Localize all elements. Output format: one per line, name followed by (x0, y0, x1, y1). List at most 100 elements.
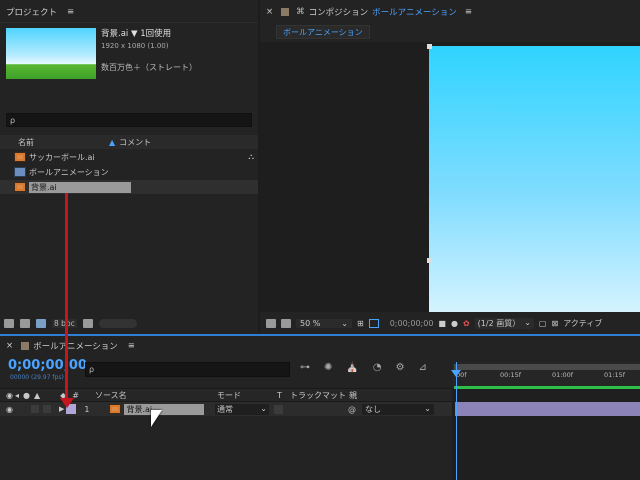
selected-footage-name[interactable]: 背景.ai ▼ 1回使用 (101, 28, 197, 40)
panel-menu-icon[interactable]: ≡ (128, 341, 135, 351)
current-time-indicator[interactable] (456, 362, 457, 480)
zoom-select[interactable]: 50 % ⌄ (296, 318, 352, 328)
search-icon: ρ (89, 365, 95, 374)
always-preview-icon[interactable] (266, 318, 276, 328)
close-icon[interactable]: × (6, 341, 13, 351)
solo-icon[interactable]: ● (23, 391, 30, 400)
parent-select[interactable]: なし ⌄ (362, 403, 434, 415)
panel-menu-icon[interactable]: ≡ (67, 7, 74, 17)
fit-icon[interactable]: ⊞ (357, 319, 364, 328)
project-column-header: 名前 ▲ コメント (0, 135, 258, 149)
project-item[interactable]: ボールアニメーション (0, 165, 258, 179)
composition-icon (14, 167, 26, 177)
playhead-icon[interactable] (451, 370, 461, 377)
project-item-selected[interactable]: 背景.ai (0, 180, 258, 194)
column-parent[interactable]: 親 (349, 390, 357, 401)
trash-icon[interactable] (82, 319, 93, 328)
composition-panel: × ⌘ コンポジション ボールアニメーション ≡ ボールアニメーション 50 %… (260, 0, 640, 334)
shy-icon[interactable]: ✺ (324, 362, 332, 373)
new-composition-icon[interactable] (36, 319, 46, 328)
footage-color-mode: 数百万色＋（ストレート） (101, 63, 197, 72)
region-of-interest-icon[interactable] (368, 318, 379, 328)
sort-up-icon: ▲ (109, 137, 116, 147)
monitor-icon[interactable] (281, 318, 291, 328)
time-ruler[interactable]: 00f 00:15f 01:00f 01:15f (452, 362, 640, 386)
bounding-handle[interactable] (427, 258, 432, 263)
channel-icon[interactable]: ✿ (463, 319, 470, 328)
resolution-select[interactable]: (1/2 画質） ⌄ (474, 317, 534, 329)
composition-icon: ⌘ (296, 7, 305, 17)
work-area-bar[interactable] (454, 364, 640, 370)
new-folder-icon[interactable] (20, 319, 30, 328)
ruler-tick-label: 01:00f (552, 371, 574, 379)
audio-icon[interactable]: ◂ (15, 391, 19, 400)
column-source-name[interactable]: ソース名 (95, 390, 127, 401)
lock-box-icon[interactable] (21, 342, 30, 350)
column-comment[interactable]: コメント (119, 137, 151, 148)
timeline-current-time[interactable]: 0;00;00;00 (8, 358, 87, 373)
illustrator-file-icon (14, 182, 26, 192)
tutorial-arrow-line (65, 193, 68, 400)
tutorial-arrow-head (60, 398, 74, 408)
bounding-handle[interactable] (427, 44, 432, 49)
motion-blur-icon[interactable]: ◔ (373, 362, 382, 373)
illustrator-file-icon (109, 404, 122, 414)
column-trackmatte[interactable]: トラックマット (290, 390, 346, 401)
solo-box[interactable] (30, 405, 39, 413)
timeline-header: × ボールアニメーション ≡ (0, 336, 640, 356)
project-panel: プロジェクト ≡ 背景.ai ▼ 1回使用 1920 x 1080 (1.00)… (0, 0, 258, 334)
pickwhip-icon[interactable]: @ (348, 405, 356, 414)
ruler-tick-label: 01:15f (604, 371, 626, 379)
composition-viewer[interactable] (260, 42, 640, 312)
frame-blend-icon[interactable]: ⛪ (346, 362, 358, 373)
column-name[interactable]: 名前 (18, 137, 34, 148)
active-camera-select[interactable]: アクティブ (563, 318, 602, 329)
project-search-input[interactable]: ρ (6, 113, 252, 127)
project-item[interactable]: サッカーボール.ai ⛬ (0, 150, 258, 164)
footage-resolution: 1920 x 1080 (1.00) (101, 42, 169, 50)
viewer-toolbar: 50 % ⌄ ⊞ 0;00;00;00 ■ ● ✿ (1/2 画質） ⌄ ▢ ⊠ ア… (260, 314, 640, 332)
current-time[interactable]: 0;00;00;00 (390, 319, 434, 328)
timeline-panel: × ボールアニメーション ≡ 0;00;00;00 00000 (29.97 f… (0, 336, 640, 480)
composition-panel-header: × ⌘ コンポジション ボールアニメーション ≡ (260, 2, 640, 22)
flowchart-icon[interactable]: ⛬ (248, 152, 254, 162)
show-snapshot-icon[interactable]: ● (451, 319, 458, 328)
close-icon[interactable]: × (266, 7, 273, 17)
timeline-switches: ⊶ ✺ ⛪ ◔ ⚙ ⊿ (300, 362, 427, 373)
search-icon: ρ (10, 115, 16, 125)
composition-canvas[interactable] (429, 46, 640, 312)
comp-tab[interactable]: ボールアニメーション (276, 25, 370, 39)
layer-duration-bar[interactable] (455, 402, 640, 416)
eye-icon[interactable]: ◉ (6, 391, 13, 400)
project-toolbar: 8 bpc (4, 319, 137, 328)
column-t: T (277, 390, 282, 400)
mouse-cursor-icon (151, 410, 162, 427)
project-panel-header: プロジェクト ≡ (0, 2, 258, 22)
visibility-eye-icon[interactable]: ◉ (6, 405, 13, 414)
composition-title[interactable]: ボールアニメーション (372, 6, 457, 18)
camera-icon[interactable]: ■ (438, 319, 446, 328)
trackmatte-box[interactable] (274, 404, 283, 414)
interpret-footage-icon[interactable] (4, 319, 14, 328)
transparency-grid-icon[interactable]: ⊠ (551, 319, 558, 328)
graph-icon[interactable]: ⊿ (419, 362, 427, 373)
ruler-tick-label: 00:15f (500, 371, 522, 379)
lock-box-icon[interactable] (281, 8, 290, 16)
draft-3d-icon[interactable]: ⊶ (300, 362, 310, 373)
project-panel-title[interactable]: プロジェクト (6, 6, 57, 18)
layer-source-name[interactable]: 背景.ai (124, 403, 205, 415)
thumbnail-slider[interactable] (98, 319, 137, 328)
fast-preview-icon[interactable]: ▢ (539, 319, 547, 328)
lock-icon[interactable]: ▲ (34, 391, 40, 400)
graph-editor-icon[interactable]: ⚙ (396, 362, 405, 373)
panel-menu-icon[interactable]: ≡ (465, 7, 472, 17)
timeline-title[interactable]: ボールアニメーション (33, 340, 118, 352)
footage-thumbnail (6, 28, 96, 79)
column-mode[interactable]: モード (217, 390, 241, 401)
lock-box[interactable] (42, 405, 51, 413)
composition-title-prefix: コンポジション (308, 8, 369, 18)
timeline-search-input[interactable]: ρ (85, 362, 290, 377)
illustrator-file-icon (14, 152, 26, 162)
timeline-fps: 00000 (29.97 fps) (10, 374, 64, 381)
mode-select[interactable]: 通常 ⌄ (215, 403, 269, 415)
